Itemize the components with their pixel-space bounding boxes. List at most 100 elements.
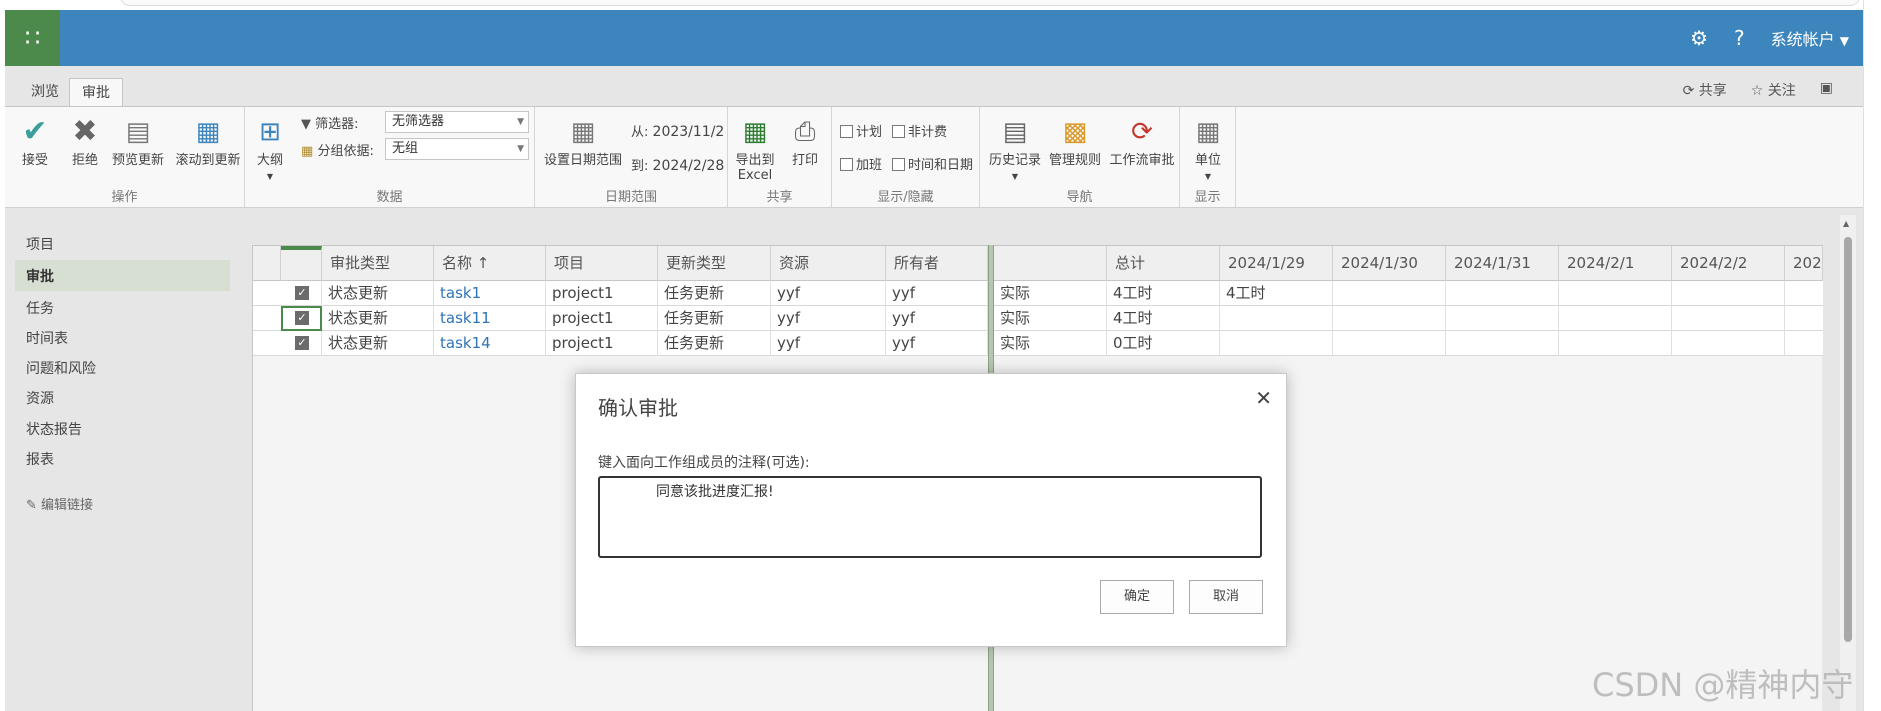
nonbillable-checkbox[interactable]: 非计费 [892, 121, 947, 140]
tab-browse[interactable]: 浏览 [19, 78, 71, 106]
rules-icon: ▩ [1062, 117, 1088, 147]
header-date-2[interactable]: 2024/1/30 [1333, 246, 1446, 282]
history-label: 历史记录 [988, 153, 1041, 168]
scroll-to-update-button[interactable]: ▦ 滚动到更新 [171, 115, 245, 168]
ok-button[interactable]: 确定 [1100, 580, 1174, 614]
preview-updates-button[interactable]: ▤ 预览更新 [109, 115, 167, 168]
pencil-icon: ✎ [26, 498, 37, 513]
nav-item-tasks[interactable]: 任务 [26, 298, 54, 318]
app-launcher-icon[interactable]: ∷ [5, 10, 60, 66]
nav-item-issues-risks[interactable]: 问题和风险 [26, 358, 96, 378]
header-date-3[interactable]: 2024/1/31 [1446, 246, 1559, 282]
reject-button[interactable]: ✖ 拒绝 [65, 115, 105, 169]
cell-name-link[interactable]: task11 [434, 306, 546, 331]
header-date-6[interactable]: 202 [1785, 246, 1823, 282]
focus-mode-icon[interactable]: ▣ [1820, 80, 1833, 100]
nav-item-reports[interactable]: 报表 [26, 449, 54, 469]
share-button[interactable]: ⟳ 共享 [1683, 80, 1727, 100]
history-button[interactable]: ▤ 历史记录 ▼ [986, 115, 1044, 184]
groupby-label: ▦ 分组依据: [301, 140, 374, 159]
export-label2: Excel [737, 168, 773, 183]
cell-update-type: 任务更新 [658, 331, 771, 356]
reject-label: 拒绝 [71, 153, 98, 168]
checkbox-box [892, 158, 905, 171]
header-update-type[interactable]: 更新类型 [658, 246, 771, 282]
time-date-checkbox[interactable]: 时间和日期 [892, 154, 973, 173]
nav-item-timesheet[interactable]: 时间表 [26, 328, 68, 348]
row-checkbox[interactable]: ✓ [281, 306, 322, 331]
cell-kind: 实际 [994, 331, 1107, 356]
tab-approvals[interactable]: 审批 [69, 78, 123, 106]
overtime-checkbox[interactable]: 加班 [840, 154, 882, 173]
cell-update-type: 任务更新 [658, 306, 771, 331]
table-row[interactable]: ✓ 状态更新 task1 project1 任务更新 yyf yyf [253, 281, 988, 306]
workflow-approval-button[interactable]: ⟳ 工作流审批 [1106, 115, 1178, 168]
plan-label: 计划 [856, 125, 883, 140]
row-checkbox[interactable]: ✓ [281, 331, 322, 356]
help-icon[interactable]: ? [1734, 26, 1745, 50]
nav-item-resources[interactable]: 资源 [26, 388, 54, 408]
account-name: 系统帐户 [1770, 30, 1835, 49]
header-project[interactable]: 项目 [546, 246, 658, 282]
set-date-range-button[interactable]: ▦ 设置日期范围 [541, 115, 625, 168]
settings-gear-icon[interactable]: ⚙ [1690, 26, 1708, 50]
cell-name-link[interactable]: task14 [434, 331, 546, 356]
chevron-down-icon: ▼ [1839, 34, 1849, 48]
from-value[interactable]: 2023/11/2 [653, 124, 725, 140]
to-value[interactable]: 2024/2/28 [653, 158, 725, 174]
export-excel-button[interactable]: ▦ 导出到 Excel [732, 115, 778, 183]
nav-item-approvals[interactable]: 审批 [26, 266, 54, 286]
header-select-all[interactable] [281, 246, 322, 282]
star-icon: ☆ [1750, 83, 1764, 99]
follow-button[interactable]: ☆ 关注 [1751, 80, 1796, 100]
outline-label: 大纲 [256, 153, 283, 168]
row-checkbox[interactable]: ✓ [281, 281, 322, 306]
header-date-4[interactable]: 2024/2/1 [1559, 246, 1672, 282]
left-navigation: 项目 审批 任务 时间表 问题和风险 资源 状态报告 报表 ✎ 编辑链接 [5, 208, 230, 711]
date-to: 到: 2024/2/28 [631, 155, 724, 174]
nonbill-label: 非计费 [908, 125, 948, 140]
header-approval-type[interactable]: 审批类型 [322, 246, 434, 282]
watermark: CSDN @精神内守 [1592, 666, 1854, 704]
cell-approval-type: 状态更新 [322, 306, 434, 331]
outline-button[interactable]: ⊞ 大纲 ▼ [251, 115, 289, 184]
filter-dropdown[interactable]: 无筛选器 ▼ [385, 111, 529, 133]
groupby-icon: ▦ [301, 144, 314, 159]
groupby-label-text: 分组依据: [317, 144, 374, 159]
header-name[interactable]: 名称 ↑ [434, 246, 546, 282]
units-button[interactable]: ▦ 单位 ▼ [1186, 115, 1230, 184]
close-icon[interactable]: ✕ [1255, 386, 1272, 410]
check-icon: ✔ [22, 114, 48, 149]
comment-textarea[interactable]: 同意该批进度汇报! [598, 476, 1262, 558]
cancel-button[interactable]: 取消 [1189, 580, 1263, 614]
table-row[interactable]: ✓ 状态更新 task11 project1 任务更新 yyf yyf [253, 306, 988, 331]
account-menu[interactable]: 系统帐户 ▼ [1771, 26, 1849, 50]
accept-button[interactable]: ✔ 接受 [15, 114, 55, 169]
manage-rules-button[interactable]: ▩ 管理规则 [1046, 115, 1104, 168]
scrollbar-thumb[interactable] [1844, 237, 1852, 642]
header-owner[interactable]: 所有者 [886, 246, 988, 282]
vertical-scrollbar[interactable]: ▲ [1840, 215, 1856, 711]
share-label: 共享 [1698, 83, 1727, 99]
header-date-1[interactable]: 2024/1/29 [1220, 246, 1333, 282]
cell-date-2 [1333, 306, 1446, 331]
printer-icon: ⎙ [794, 117, 816, 147]
cell-name-link[interactable]: task1 [434, 281, 546, 306]
nav-item-status-reports[interactable]: 状态报告 [26, 419, 82, 439]
edit-links-button[interactable]: ✎ 编辑链接 [26, 494, 93, 513]
print-button[interactable]: ⎙ 打印 [784, 115, 826, 168]
accept-label: 接受 [21, 153, 48, 168]
scroll-up-icon[interactable]: ▲ [1843, 219, 1849, 228]
cell-approval-type: 状态更新 [322, 281, 434, 306]
table-row[interactable]: ✓ 状态更新 task14 project1 任务更新 yyf yyf [253, 331, 988, 356]
cell-date-1: 4工时 [1220, 281, 1333, 306]
nav-item-projects[interactable]: 项目 [26, 234, 54, 254]
plan-checkbox[interactable]: 计划 [840, 121, 882, 140]
header-date-5[interactable]: 2024/2/2 [1672, 246, 1785, 282]
header-resource[interactable]: 资源 [771, 246, 886, 282]
rules-label: 管理规则 [1048, 153, 1101, 168]
groupby-dropdown[interactable]: 无组 ▼ [385, 138, 529, 160]
units-chevron-icon: ▼ [1204, 172, 1212, 181]
group-display: ▦ 单位 ▼ 显示 [1180, 107, 1236, 207]
header-total[interactable]: 总计 [1107, 246, 1220, 282]
